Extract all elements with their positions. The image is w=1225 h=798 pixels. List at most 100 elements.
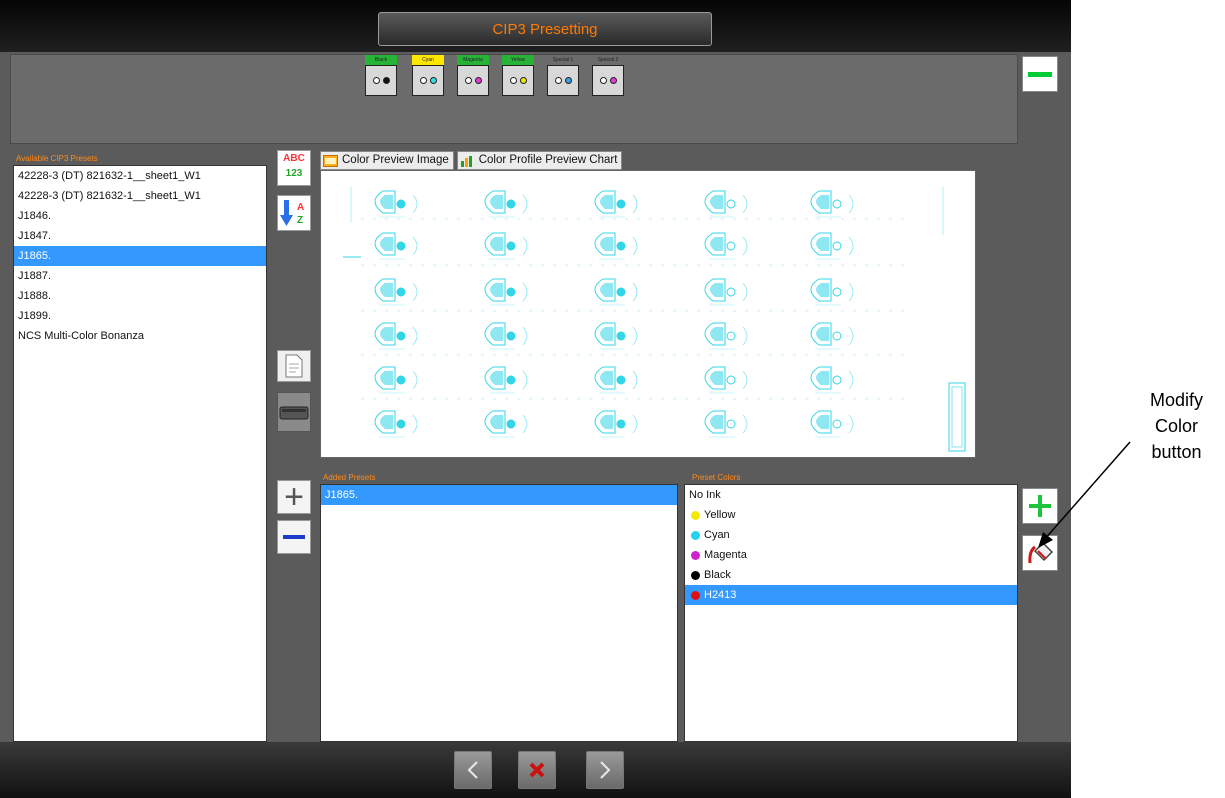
preview-mark: [522, 414, 528, 434]
preview-mark: [710, 195, 723, 209]
preview-mark: [816, 415, 829, 429]
abc-label: ABC: [283, 153, 305, 164]
preview-mark: [832, 241, 842, 251]
preview-mark: [616, 241, 626, 251]
printing-unit-black[interactable]: Black: [365, 55, 397, 99]
color-label: H2413: [704, 589, 737, 601]
preview-mark: [506, 375, 516, 385]
preview-mark: [951, 386, 963, 448]
image-icon: [323, 154, 338, 167]
preview-mark: [710, 237, 723, 251]
printing-unit-label: Black: [365, 55, 397, 65]
preview-mark: [726, 199, 736, 209]
color-list-item[interactable]: Yellow: [685, 505, 1017, 525]
collapse-panel-button[interactable]: [1022, 56, 1058, 92]
preview-mark: [412, 370, 418, 390]
preview-mark: [726, 331, 736, 341]
list-item[interactable]: J1887.: [14, 266, 266, 286]
preview-mark: [726, 241, 736, 251]
printing-unit-cyan[interactable]: Cyan: [412, 55, 444, 99]
list-item[interactable]: J1888.: [14, 286, 266, 306]
preview-mark: [832, 375, 842, 385]
color-list-item[interactable]: No Ink: [685, 485, 1017, 505]
list-item[interactable]: J1865.: [14, 246, 266, 266]
preview-mark: [816, 237, 829, 251]
preview-mark: [710, 283, 723, 297]
next-button[interactable]: [586, 751, 624, 789]
preview-mark: [726, 375, 736, 385]
preview-mark: [632, 414, 638, 434]
preview-mark: [490, 415, 503, 429]
drive-icon: [279, 406, 309, 420]
preview-mark: [380, 195, 393, 209]
printing-unit-special-1[interactable]: Special 1: [547, 55, 579, 99]
tab-color-preview-image[interactable]: Color Preview Image: [320, 151, 454, 170]
bottom-nav-bar: [0, 742, 1071, 798]
cancel-button[interactable]: [518, 751, 556, 789]
ink-dot: [382, 77, 390, 84]
num-label: 123: [285, 168, 303, 179]
unit-ink-icon: [457, 65, 489, 96]
preview-mark: [412, 236, 418, 256]
preview-mark: [380, 327, 393, 341]
printing-unit-label: Special 2: [592, 55, 624, 65]
annotation-line: Color: [1154, 416, 1198, 436]
roller-dot: [464, 77, 472, 84]
color-swatch-icon: [691, 530, 700, 540]
preview-mark: [490, 237, 503, 251]
preset-colors-list[interactable]: No Ink Yellow Cyan Magenta Black H2413: [684, 484, 1018, 742]
color-list-item[interactable]: Cyan: [685, 525, 1017, 545]
preview-mark: [616, 419, 626, 429]
list-item[interactable]: 42228-3 (DT) 821632-1__sheet1_W1: [14, 186, 266, 206]
color-list-item[interactable]: H2413: [685, 585, 1017, 605]
open-document-button[interactable]: [277, 350, 311, 382]
color-list-item[interactable]: Magenta: [685, 545, 1017, 565]
added-presets-list[interactable]: J1865.: [320, 484, 678, 742]
color-swatch-icon: [691, 590, 700, 600]
previous-button[interactable]: [454, 751, 492, 789]
window-title: CIP3 Presetting: [378, 12, 712, 46]
list-item[interactable]: NCS Multi-Color Bonanza: [14, 326, 266, 346]
printing-unit-yellow[interactable]: Yellow: [502, 55, 534, 99]
minus-icon: [283, 535, 305, 539]
sort-az-button[interactable]: A Z: [277, 195, 311, 231]
preview-mark: [380, 283, 393, 297]
color-list-item[interactable]: Black: [685, 565, 1017, 585]
color-label: Magenta: [704, 549, 747, 561]
preview-mark: [522, 236, 528, 256]
preview-mark: [742, 236, 748, 256]
printing-unit-label: Yellow: [502, 55, 534, 65]
preview-mark: [848, 414, 854, 434]
printing-unit-magenta[interactable]: Magenta: [457, 55, 489, 99]
save-to-drive-button[interactable]: [277, 392, 311, 432]
list-item[interactable]: J1847.: [14, 226, 266, 246]
annotation-line: button: [1151, 442, 1202, 462]
preview-mark: [742, 194, 748, 214]
preview-mark: [848, 282, 854, 302]
available-presets-list[interactable]: 42228-3 (DT) 821632-1__sheet1_W1 42228-3 …: [13, 165, 267, 742]
list-item[interactable]: J1899.: [14, 306, 266, 326]
roller-dot: [372, 77, 380, 84]
preview-mark: [742, 326, 748, 346]
preview-mark: [848, 236, 854, 256]
preview-mark: [522, 326, 528, 346]
sort-alphanumeric-button[interactable]: ABC 123: [277, 150, 311, 186]
remove-preset-button[interactable]: [277, 520, 311, 554]
preset-colors-caption: Preset Colors: [692, 473, 741, 482]
list-item[interactable]: J1865.: [321, 485, 677, 505]
list-item[interactable]: 42228-3 (DT) 821632-1__sheet1_W1: [14, 166, 266, 186]
list-item[interactable]: J1846.: [14, 206, 266, 226]
preview-mark: [506, 287, 516, 297]
preview-mark: [848, 370, 854, 390]
preview-mark: [522, 282, 528, 302]
preview-mark: [396, 419, 406, 429]
preview-mark: [380, 237, 393, 251]
color-label: Yellow: [704, 509, 736, 521]
ink-dot: [429, 77, 437, 84]
preview-mark: [632, 326, 638, 346]
preview-mark: [816, 195, 829, 209]
preview-mark: [412, 282, 418, 302]
add-preset-button[interactable]: +: [277, 480, 311, 514]
tab-color-profile-preview-chart[interactable]: Color Profile Preview Chart: [456, 151, 623, 170]
printing-unit-special-2[interactable]: Special 2: [592, 55, 624, 99]
